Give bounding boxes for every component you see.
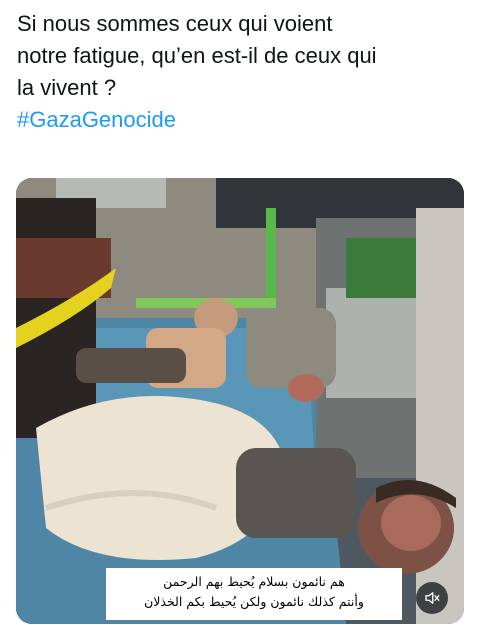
tweet-text-line: notre fatigue, qu’en est-il de ceux qui	[17, 43, 377, 68]
subtitle-line: وأنتم كذلك نائمون ولكن يُحيط بكم الخذلان	[144, 594, 364, 609]
tweet-text-line: la vivent ?	[17, 75, 117, 100]
volume-muted-icon	[425, 592, 440, 604]
video-player[interactable]: هم نائمون بسلام يُحيط بهم الرحمن وأنتم ك…	[16, 178, 464, 624]
hashtag-link[interactable]: #GazaGenocide	[17, 104, 467, 136]
mute-button[interactable]	[416, 582, 448, 614]
tweet-text: Si nous sommes ceux qui voient notre fat…	[17, 8, 467, 136]
tweet-text-line: Si nous sommes ceux qui voient	[17, 11, 333, 36]
video-subtitles: هم نائمون بسلام يُحيط بهم الرحمن وأنتم ك…	[106, 568, 402, 620]
video-frame	[16, 178, 464, 624]
subtitle-line: هم نائمون بسلام يُحيط بهم الرحمن	[163, 574, 345, 589]
